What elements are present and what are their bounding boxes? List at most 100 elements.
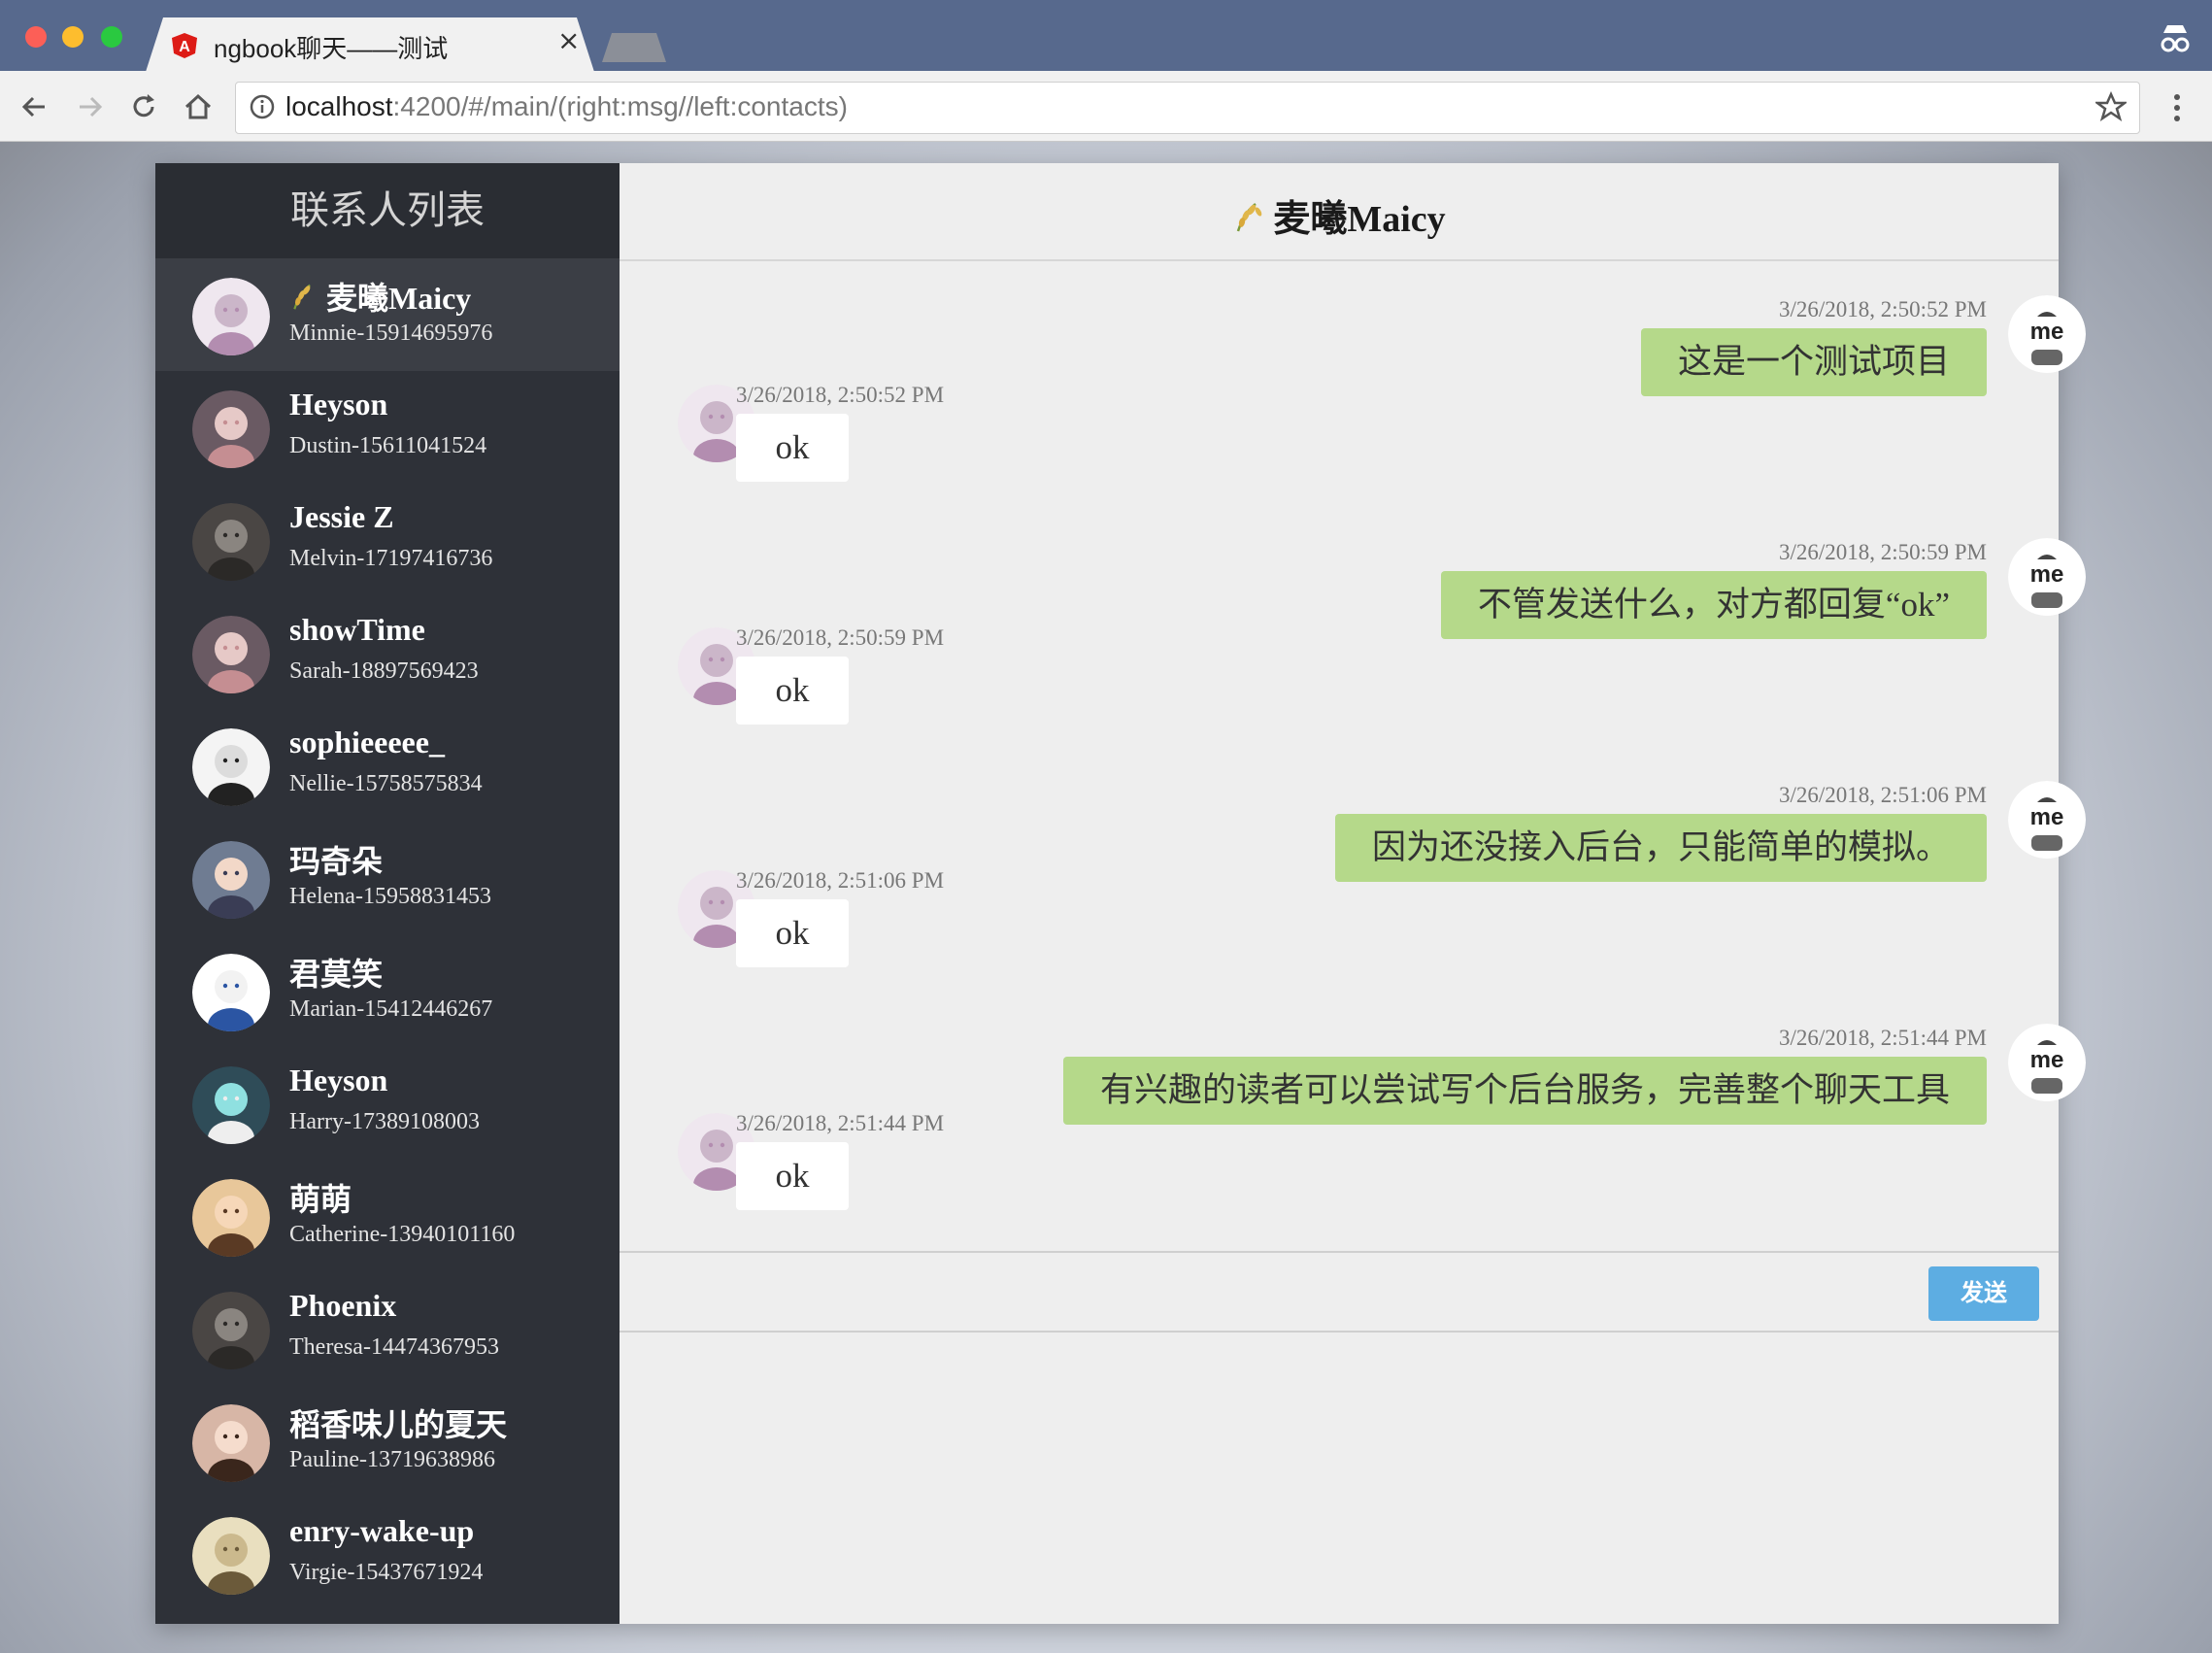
contact-avatar: [192, 616, 270, 693]
contact-avatar: [192, 1066, 270, 1144]
url-path: :4200/#/main/(right:msg//left:contacts): [392, 91, 848, 121]
forward-arrow-icon[interactable]: [72, 89, 107, 124]
sidebar-title: 联系人列表: [155, 163, 620, 258]
chat-app: 联系人列表 麦曦Maicy Minnie-15914695976 Heyson Dus…: [155, 163, 2086, 1624]
message-timestamp: 3/26/2018, 2:50:52 PM: [736, 383, 945, 407]
contact-name: Heyson: [289, 387, 388, 422]
contact-name: showTime: [289, 612, 425, 647]
minimize-window-button[interactable]: [62, 26, 84, 48]
contact-name: 玛奇朵: [289, 844, 384, 879]
contact-name: Heyson: [289, 1063, 388, 1097]
contact-item[interactable]: Jessie Z Melvin-17197416736: [155, 484, 620, 596]
contact-phone: Dustin-15611041524: [289, 433, 487, 458]
contact-name-text: 麦曦Maicy: [326, 281, 472, 316]
contact-item[interactable]: Heyson Dustin-15611041524: [155, 371, 620, 484]
my-message-bubble: 不管发送什么，对方都回复“ok”: [1440, 571, 1987, 639]
maximize-window-button[interactable]: [101, 26, 122, 48]
me-avatar-label: me: [2029, 561, 2064, 588]
contact-phone: Minnie-15914695976: [289, 320, 493, 346]
info-icon[interactable]: [249, 93, 276, 120]
my-message-bubble: 因为还没接入后台，只能简单的模拟。: [1334, 814, 1987, 882]
incognito-icon: [2161, 25, 2190, 52]
contact-name: sophieeeee_: [289, 725, 445, 759]
contact-phone: Helena-15958831453: [289, 884, 491, 909]
contact-item[interactable]: enry-wake-up Virgie-15437671924: [155, 1498, 620, 1610]
my-message-bubble: 有兴趣的读者可以尝试写个后台服务，完善整个聊天工具: [1062, 1057, 1987, 1125]
contact-phone: Sarah-18897569423: [289, 658, 479, 684]
contact-avatar: [192, 503, 270, 581]
angular-favicon-icon: A: [172, 33, 197, 58]
svg-text:A: A: [179, 39, 190, 55]
contact-message-bubble: ok: [736, 899, 849, 967]
contact-avatar: [192, 1292, 270, 1369]
message-timestamp: 3/26/2018, 2:50:59 PM: [1778, 540, 1987, 564]
chat-panel: 麦曦Maicy me 3/26/2018, 2:50:52 PM 这是一个测试项目 3…: [620, 163, 2086, 1624]
home-icon[interactable]: [181, 89, 216, 124]
me-avatar: me: [2008, 538, 2086, 616]
me-avatar-label: me: [2029, 804, 2064, 830]
me-avatar-label: me: [2029, 319, 2064, 345]
contact-avatar: [192, 278, 270, 355]
contact-avatar-image: [192, 1292, 270, 1369]
contact-item[interactable]: 稻香味儿的夏天 Pauline-13719638986: [155, 1385, 620, 1498]
contact-avatar: [192, 841, 270, 919]
contact-item[interactable]: 君莫笑 Marian-15412446267: [155, 934, 620, 1047]
browser-menu-icon[interactable]: [2167, 91, 2187, 124]
contact-name: 稻香味儿的夏天: [289, 1407, 508, 1442]
me-avatar-label: me: [2029, 1047, 2064, 1073]
message-timestamp: 3/26/2018, 2:51:06 PM: [1778, 783, 1987, 807]
contact-avatar: [192, 1517, 270, 1595]
tab-close-icon[interactable]: ×: [557, 27, 580, 54]
contact-avatar-image: [192, 1179, 270, 1257]
message-timestamp: 3/26/2018, 2:51:06 PM: [736, 868, 945, 893]
message-input[interactable]: [620, 1333, 2059, 1624]
me-avatar: me: [2008, 295, 2086, 373]
contact-item[interactable]: Phoenix Theresa-14474367953: [155, 1272, 620, 1385]
contact-avatar-image: [192, 278, 270, 355]
contact-phone: Pauline-13719638986: [289, 1447, 495, 1472]
contact-message-bubble: ok: [736, 414, 849, 482]
back-arrow-icon[interactable]: [17, 89, 52, 124]
contact-avatar-image: [192, 616, 270, 693]
contact-phone: Theresa-14474367953: [289, 1334, 499, 1360]
contact-item[interactable]: showTime Sarah-18897569423: [155, 596, 620, 709]
chat-title-text: 麦曦Maicy: [1273, 199, 1446, 240]
contact-phone: Virgie-15437671924: [289, 1560, 484, 1585]
contact-avatar-image: [192, 390, 270, 468]
contact-item[interactable]: 麦曦Maicy Minnie-15914695976: [155, 258, 620, 371]
contact-name: 萌萌: [289, 1182, 352, 1217]
rice-ear-icon: [293, 284, 311, 310]
contact-avatar-image: [192, 503, 270, 581]
contact-avatar-image: [192, 954, 270, 1031]
message-timestamp: 3/26/2018, 2:51:44 PM: [1778, 1026, 1987, 1050]
contact-avatar: [192, 1179, 270, 1257]
bookmark-star-icon[interactable]: [2095, 91, 2127, 122]
contact-avatar-image: [192, 728, 270, 806]
close-window-button[interactable]: [25, 26, 47, 48]
contact-item[interactable]: 萌萌 Catherine-13940101160: [155, 1160, 620, 1272]
new-tab-button[interactable]: [602, 33, 666, 62]
chat-title: 麦曦Maicy: [620, 188, 2059, 242]
url-text: localhost:4200/#/main/(right:msg//left:c…: [285, 91, 848, 122]
me-avatar: me: [2008, 1024, 2086, 1101]
url-host: localhost: [285, 91, 393, 121]
me-avatar: me: [2008, 781, 2086, 859]
contact-item[interactable]: Heyson Harry-17389108003: [155, 1047, 620, 1160]
composer-divider: [620, 1251, 2059, 1253]
contact-message-bubble: ok: [736, 1142, 849, 1210]
contact-item[interactable]: sophieeeee_ Nellie-15758575834: [155, 709, 620, 822]
contact-item[interactable]: 玛奇朵 Helena-15958831453: [155, 822, 620, 934]
send-button[interactable]: 发送: [1928, 1266, 2039, 1321]
contact-avatar-image: [192, 1404, 270, 1482]
contact-name: 君莫笑: [289, 957, 384, 992]
my-message-bubble: 这是一个测试项目: [1640, 328, 1987, 396]
message-timestamp: 3/26/2018, 2:50:59 PM: [736, 625, 945, 650]
contact-avatar: [192, 390, 270, 468]
contact-avatar: [192, 954, 270, 1031]
contact-name: 麦曦Maicy: [289, 274, 471, 319]
chat-header: 麦曦Maicy: [620, 163, 2059, 261]
reload-icon[interactable]: [126, 89, 161, 124]
tab-title: ngbook聊天——测试: [214, 34, 449, 63]
contact-message-bubble: ok: [736, 657, 849, 725]
message-timestamp: 3/26/2018, 2:50:52 PM: [1778, 297, 1987, 321]
